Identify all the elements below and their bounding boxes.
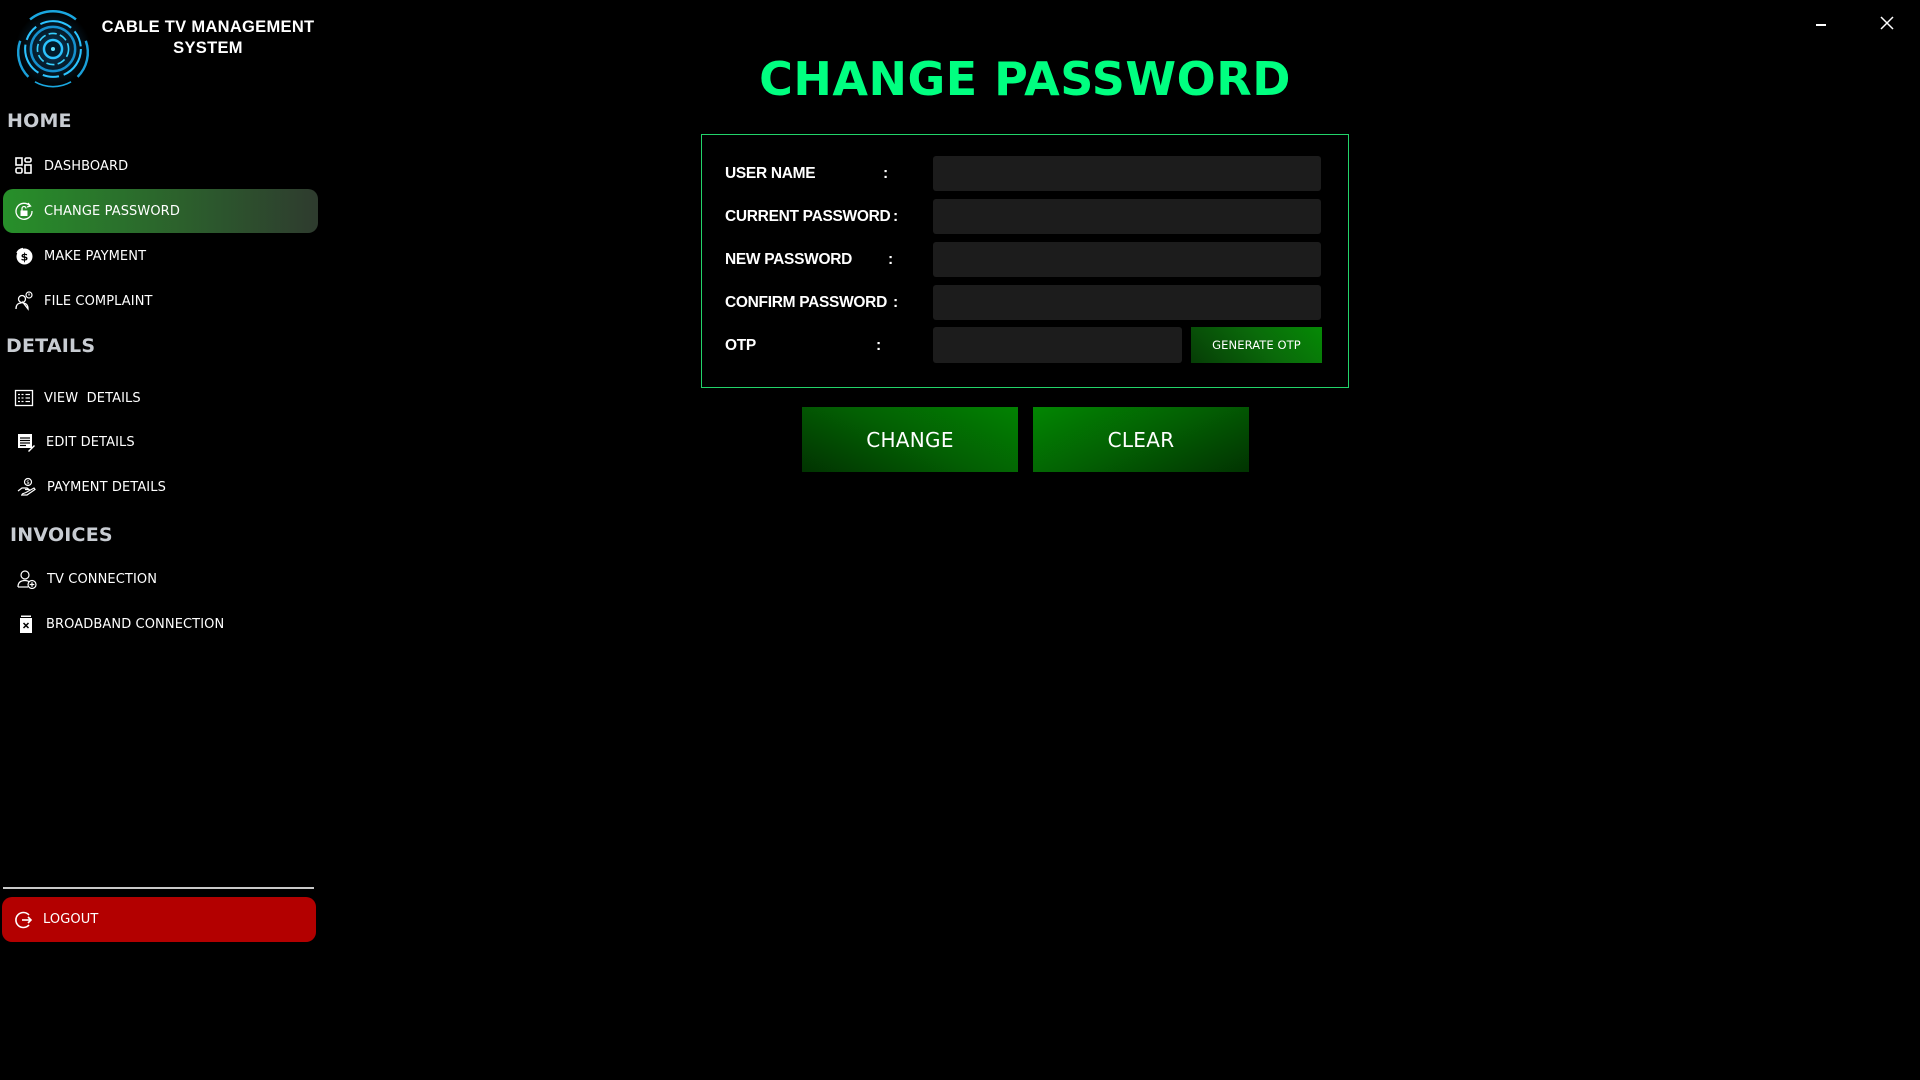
section-header-invoices: INVOICES [10,524,113,546]
sidebar-item-label: MAKE PAYMENT [44,248,147,264]
svg-text:$: $ [26,480,30,486]
confirm-password-colon: : [893,294,899,311]
sidebar-item-make-payment[interactable]: $ MAKE PAYMENT [3,234,318,278]
username-colon: : [883,165,889,182]
generate-otp-button[interactable]: GENERATE OTP [1191,327,1322,363]
otp-label: OTP [725,337,756,354]
sidebar-item-label: EDIT DETAILS [46,434,135,450]
current-password-input[interactable] [933,199,1321,234]
otp-input[interactable] [933,327,1182,363]
svg-text:$: $ [21,251,29,264]
sidebar-item-label: PAYMENT DETAILS [47,479,166,495]
sidebar-item-broadband-connection[interactable]: BROADBAND CONNECTION [3,602,318,646]
sidebar-item-file-complaint[interactable]: FILE COMPLAINT [3,279,318,323]
confirm-password-input[interactable] [933,285,1321,320]
sidebar-item-label: DASHBOARD [44,158,129,174]
sidebar-item-label: BROADBAND CONNECTION [46,616,225,632]
user-alert-icon [13,290,35,312]
delete-bin-icon [15,613,37,635]
sidebar-item-view-details[interactable]: VIEW DETAILS [3,376,318,420]
minimize-button[interactable] [1812,12,1832,32]
username-label: USER NAME [725,165,816,182]
change-button[interactable]: CHANGE [802,407,1018,472]
logout-button[interactable]: LOGOUT [2,897,316,942]
logo-ring-icon [15,10,91,88]
app-logo [12,8,94,90]
section-header-details: DETAILS [6,335,96,357]
new-password-input[interactable] [933,242,1321,277]
hand-money-icon: $ [16,476,38,498]
current-password-label: CURRENT PASSWORD [725,208,891,225]
app-title-line2: SYSTEM [173,39,243,57]
document-edit-icon [15,431,37,453]
sidebar-item-label: CHANGE PASSWORD [44,203,180,219]
clear-button[interactable]: CLEAR [1033,407,1249,472]
confirm-password-label: CONFIRM PASSWORD [725,294,887,311]
sidebar-divider [3,887,314,889]
section-header-home: HOME [7,110,72,132]
new-password-colon: : [888,251,894,268]
username-input[interactable] [933,156,1321,191]
page-title: CHANGE PASSWORD [759,52,1291,106]
sidebar-item-label: TV CONNECTION [47,571,158,587]
current-password-colon: : [893,208,899,225]
dollar-coin-icon: $ [13,245,35,267]
otp-colon: : [876,337,882,354]
list-checklist-icon [13,387,35,409]
unlock-refresh-icon [13,200,35,222]
sidebar-item-label: VIEW DETAILS [44,390,141,406]
sidebar-item-change-password[interactable]: CHANGE PASSWORD [3,189,318,233]
close-button[interactable] [1876,12,1898,34]
sidebar-item-payment-details[interactable]: $ PAYMENT DETAILS [3,465,318,509]
logout-label: LOGOUT [43,912,99,927]
app-title-line1: CABLE TV MANAGEMENT [101,18,315,36]
logout-icon [13,909,35,931]
sidebar-item-edit-details[interactable]: EDIT DETAILS [3,420,318,464]
sidebar-item-tv-connection[interactable]: TV CONNECTION [3,557,318,601]
sidebar-item-label: FILE COMPLAINT [44,293,153,309]
close-icon [1880,16,1894,30]
app-title: CABLE TV MANAGEMENT SYSTEM [97,17,319,59]
dashboard-grid-icon [13,155,35,177]
user-add-icon [16,568,38,590]
sidebar-item-dashboard[interactable]: DASHBOARD [3,144,318,188]
new-password-label: NEW PASSWORD [725,251,852,268]
